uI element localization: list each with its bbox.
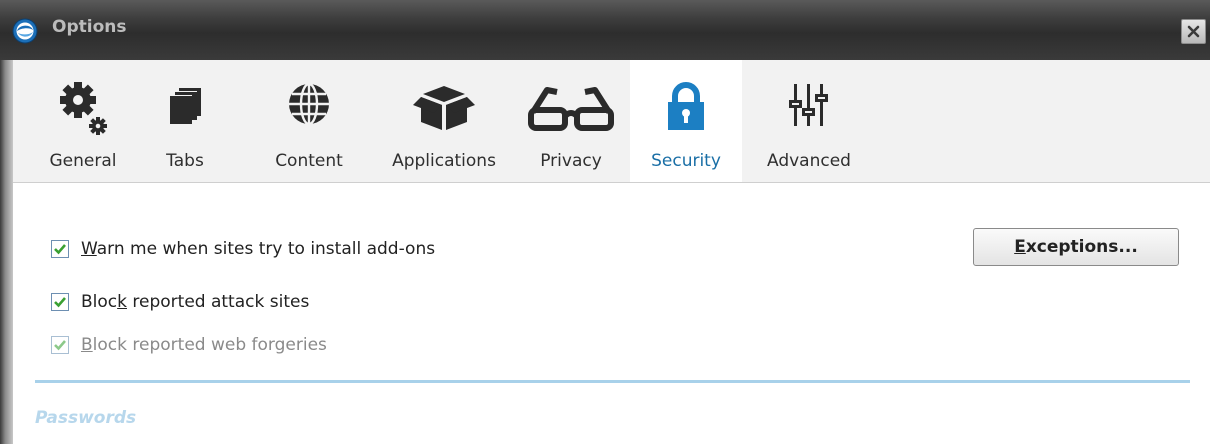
options-window: Options General Tabs Content Application…	[0, 0, 1210, 444]
checkbox-box[interactable]	[51, 293, 69, 311]
window-title: Options	[52, 17, 127, 37]
gear-icon	[60, 82, 107, 135]
warn-addons-checkbox[interactable]: Warn me when sites try to install add-on…	[51, 238, 435, 260]
block-web-forgeries-checkbox[interactable]: Block reported web forgeries	[51, 334, 327, 356]
checkbox-box[interactable]	[51, 240, 69, 258]
checkbox-label: Block reported attack sites	[81, 292, 310, 312]
close-button[interactable]	[1181, 19, 1206, 44]
tab-advanced[interactable]: Advanced	[753, 60, 865, 182]
window-left-edge	[0, 60, 13, 444]
passwords-section-heading: Passwords	[35, 408, 137, 428]
tab-content[interactable]: Content	[263, 60, 355, 182]
preferences-toolbar: General Tabs Content Applications Privac…	[13, 60, 1210, 183]
tab-general[interactable]: General	[42, 60, 124, 182]
tab-security[interactable]: Security	[630, 60, 742, 182]
security-panel: Warn me when sites try to install add-on…	[13, 183, 1210, 444]
browser-logo-icon	[12, 18, 38, 44]
glasses-icon	[528, 87, 614, 131]
checkmark-icon	[54, 244, 66, 255]
checkbox-box[interactable]	[51, 336, 69, 354]
tab-label: General	[49, 151, 117, 171]
section-divider	[35, 380, 1190, 383]
tab-tabs[interactable]: Tabs	[150, 60, 220, 182]
tab-applications[interactable]: Applications	[382, 60, 506, 182]
tab-label: Applications	[392, 151, 496, 171]
checkmark-icon	[54, 340, 66, 351]
title-bar[interactable]: Options	[0, 0, 1210, 60]
checkbox-label: Block reported web forgeries	[81, 335, 327, 355]
tab-label: Security	[651, 151, 721, 171]
block-attack-sites-checkbox[interactable]: Block reported attack sites	[51, 291, 309, 313]
box-icon	[413, 86, 475, 130]
checkmark-icon	[54, 297, 66, 308]
checkbox-label: Warn me when sites try to install add-on…	[81, 239, 436, 259]
close-icon	[1187, 25, 1200, 38]
globe-icon	[289, 82, 329, 126]
lock-icon	[668, 82, 704, 130]
tab-label: Content	[275, 151, 343, 171]
button-label: Exceptions...	[1014, 237, 1138, 257]
tab-label: Privacy	[540, 151, 602, 171]
exceptions-button[interactable]: Exceptions...	[973, 228, 1179, 266]
stacked-tabs-icon	[170, 88, 201, 124]
tab-label: Advanced	[767, 151, 851, 171]
sliders-icon	[789, 84, 828, 126]
tab-label: Tabs	[166, 151, 204, 171]
tab-privacy[interactable]: Privacy	[521, 60, 621, 182]
